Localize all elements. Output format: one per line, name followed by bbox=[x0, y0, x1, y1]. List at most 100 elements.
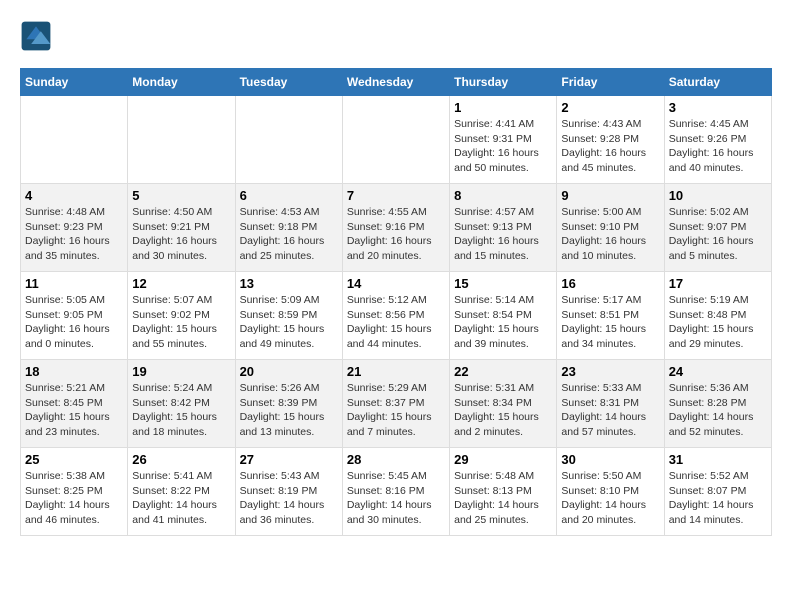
cell-content: Sunrise: 5:19 AM Sunset: 8:48 PM Dayligh… bbox=[669, 293, 767, 352]
day-number: 8 bbox=[454, 188, 552, 203]
day-number: 13 bbox=[240, 276, 338, 291]
day-number: 31 bbox=[669, 452, 767, 467]
calendar-cell: 18Sunrise: 5:21 AM Sunset: 8:45 PM Dayli… bbox=[21, 360, 128, 448]
calendar-cell: 7 Sunrise: 4:55 AM Sunset: 9:16 PM Daylig… bbox=[342, 184, 449, 272]
cell-content: Sunrise: 5:09 AM Sunset: 8:59 PM Dayligh… bbox=[240, 293, 338, 352]
calendar-cell: 17 Sunrise: 5:19 AM Sunset: 8:48 PM Dayli… bbox=[664, 272, 771, 360]
day-number: 10 bbox=[669, 188, 767, 203]
day-number: 29 bbox=[454, 452, 552, 467]
day-number: 3 bbox=[669, 100, 767, 115]
cell-content: Sunrise: 4:48 AM Sunset: 9:23 PM Dayligh… bbox=[25, 205, 123, 264]
calendar-cell: 22 Sunrise: 5:31 AM Sunset: 8:34 PM Dayli… bbox=[450, 360, 557, 448]
cell-content: Sunrise: 5:24 AM Sunset: 8:42 PM Dayligh… bbox=[132, 381, 230, 440]
day-number: 2 bbox=[561, 100, 659, 115]
calendar-cell: 1 Sunrise: 4:41 AM Sunset: 9:31 PM Daylig… bbox=[450, 96, 557, 184]
cell-content: Sunrise: 5:45 AM Sunset: 8:16 PM Dayligh… bbox=[347, 469, 445, 528]
calendar-cell bbox=[128, 96, 235, 184]
day-number: 20 bbox=[240, 364, 338, 379]
day-number: 7 bbox=[347, 188, 445, 203]
calendar-cell: 11Sunrise: 5:05 AM Sunset: 9:05 PM Dayli… bbox=[21, 272, 128, 360]
calendar-cell: 24 Sunrise: 5:36 AM Sunset: 8:28 PM Dayli… bbox=[664, 360, 771, 448]
cell-content: Sunrise: 4:43 AM Sunset: 9:28 PM Dayligh… bbox=[561, 117, 659, 176]
cell-content: Sunrise: 5:05 AM Sunset: 9:05 PM Dayligh… bbox=[25, 293, 123, 352]
calendar-cell: 4 Sunrise: 4:48 AM Sunset: 9:23 PM Daylig… bbox=[21, 184, 128, 272]
cell-content: Sunrise: 5:00 AM Sunset: 9:10 PM Dayligh… bbox=[561, 205, 659, 264]
calendar-cell: 6 Sunrise: 4:53 AM Sunset: 9:18 PM Daylig… bbox=[235, 184, 342, 272]
calendar-cell: 30 Sunrise: 5:50 AM Sunset: 8:10 PM Dayli… bbox=[557, 448, 664, 536]
day-number: 1 bbox=[454, 100, 552, 115]
day-number: 17 bbox=[669, 276, 767, 291]
cell-content: Sunrise: 5:29 AM Sunset: 8:37 PM Dayligh… bbox=[347, 381, 445, 440]
cell-content: Sunrise: 5:52 AM Sunset: 8:07 PM Dayligh… bbox=[669, 469, 767, 528]
calendar-cell: 15Sunrise: 5:14 AM Sunset: 8:54 PM Dayli… bbox=[450, 272, 557, 360]
day-number: 30 bbox=[561, 452, 659, 467]
calendar-table: SundayMondayTuesdayWednesdayThursdayFrid… bbox=[20, 68, 772, 536]
day-number: 5 bbox=[132, 188, 230, 203]
page-header bbox=[20, 20, 772, 52]
calendar-cell bbox=[235, 96, 342, 184]
calendar-cell: 28Sunrise: 5:45 AM Sunset: 8:16 PM Dayli… bbox=[342, 448, 449, 536]
calendar-cell: 8Sunrise: 4:57 AM Sunset: 9:13 PM Daylig… bbox=[450, 184, 557, 272]
calendar-cell: 31 Sunrise: 5:52 AM Sunset: 8:07 PM Dayli… bbox=[664, 448, 771, 536]
header-saturday: Saturday bbox=[664, 69, 771, 96]
calendar-cell: 21 Sunrise: 5:29 AM Sunset: 8:37 PM Dayli… bbox=[342, 360, 449, 448]
calendar-cell: 10 Sunrise: 5:02 AM Sunset: 9:07 PM Dayli… bbox=[664, 184, 771, 272]
cell-content: Sunrise: 5:07 AM Sunset: 9:02 PM Dayligh… bbox=[132, 293, 230, 352]
cell-content: Sunrise: 5:02 AM Sunset: 9:07 PM Dayligh… bbox=[669, 205, 767, 264]
calendar-cell bbox=[342, 96, 449, 184]
day-number: 27 bbox=[240, 452, 338, 467]
calendar-cell: 2 Sunrise: 4:43 AM Sunset: 9:28 PM Daylig… bbox=[557, 96, 664, 184]
calendar-week-2: 4 Sunrise: 4:48 AM Sunset: 9:23 PM Daylig… bbox=[21, 184, 772, 272]
calendar-cell: 13 Sunrise: 5:09 AM Sunset: 8:59 PM Dayli… bbox=[235, 272, 342, 360]
cell-content: Sunrise: 5:36 AM Sunset: 8:28 PM Dayligh… bbox=[669, 381, 767, 440]
header-thursday: Thursday bbox=[450, 69, 557, 96]
calendar-cell bbox=[21, 96, 128, 184]
cell-content: Sunrise: 4:50 AM Sunset: 9:21 PM Dayligh… bbox=[132, 205, 230, 264]
cell-content: Sunrise: 5:43 AM Sunset: 8:19 PM Dayligh… bbox=[240, 469, 338, 528]
cell-content: Sunrise: 5:17 AM Sunset: 8:51 PM Dayligh… bbox=[561, 293, 659, 352]
day-number: 9 bbox=[561, 188, 659, 203]
cell-content: Sunrise: 5:21 AM Sunset: 8:45 PM Dayligh… bbox=[25, 381, 123, 440]
header-tuesday: Tuesday bbox=[235, 69, 342, 96]
calendar-week-5: 25Sunrise: 5:38 AM Sunset: 8:25 PM Dayli… bbox=[21, 448, 772, 536]
cell-content: Sunrise: 5:12 AM Sunset: 8:56 PM Dayligh… bbox=[347, 293, 445, 352]
cell-content: Sunrise: 4:53 AM Sunset: 9:18 PM Dayligh… bbox=[240, 205, 338, 264]
day-number: 21 bbox=[347, 364, 445, 379]
calendar-cell: 25Sunrise: 5:38 AM Sunset: 8:25 PM Dayli… bbox=[21, 448, 128, 536]
cell-content: Sunrise: 5:38 AM Sunset: 8:25 PM Dayligh… bbox=[25, 469, 123, 528]
calendar-cell: 27 Sunrise: 5:43 AM Sunset: 8:19 PM Dayli… bbox=[235, 448, 342, 536]
day-number: 16 bbox=[561, 276, 659, 291]
calendar-week-1: 1 Sunrise: 4:41 AM Sunset: 9:31 PM Daylig… bbox=[21, 96, 772, 184]
header-friday: Friday bbox=[557, 69, 664, 96]
header-sunday: Sunday bbox=[21, 69, 128, 96]
logo bbox=[20, 20, 56, 52]
calendar-cell: 3Sunrise: 4:45 AM Sunset: 9:26 PM Daylig… bbox=[664, 96, 771, 184]
calendar-cell: 26 Sunrise: 5:41 AM Sunset: 8:22 PM Dayli… bbox=[128, 448, 235, 536]
calendar-cell: 16 Sunrise: 5:17 AM Sunset: 8:51 PM Dayli… bbox=[557, 272, 664, 360]
cell-content: Sunrise: 4:55 AM Sunset: 9:16 PM Dayligh… bbox=[347, 205, 445, 264]
day-number: 22 bbox=[454, 364, 552, 379]
calendar-cell: 5 Sunrise: 4:50 AM Sunset: 9:21 PM Daylig… bbox=[128, 184, 235, 272]
day-number: 26 bbox=[132, 452, 230, 467]
calendar-cell: 29 Sunrise: 5:48 AM Sunset: 8:13 PM Dayli… bbox=[450, 448, 557, 536]
cell-content: Sunrise: 5:48 AM Sunset: 8:13 PM Dayligh… bbox=[454, 469, 552, 528]
header-wednesday: Wednesday bbox=[342, 69, 449, 96]
day-number: 24 bbox=[669, 364, 767, 379]
calendar-cell: 12 Sunrise: 5:07 AM Sunset: 9:02 PM Dayli… bbox=[128, 272, 235, 360]
calendar-cell: 23Sunrise: 5:33 AM Sunset: 8:31 PM Dayli… bbox=[557, 360, 664, 448]
calendar-header-row: SundayMondayTuesdayWednesdayThursdayFrid… bbox=[21, 69, 772, 96]
calendar-cell: 14 Sunrise: 5:12 AM Sunset: 8:56 PM Dayli… bbox=[342, 272, 449, 360]
cell-content: Sunrise: 5:50 AM Sunset: 8:10 PM Dayligh… bbox=[561, 469, 659, 528]
cell-content: Sunrise: 4:41 AM Sunset: 9:31 PM Dayligh… bbox=[454, 117, 552, 176]
day-number: 6 bbox=[240, 188, 338, 203]
calendar-cell: 20 Sunrise: 5:26 AM Sunset: 8:39 PM Dayli… bbox=[235, 360, 342, 448]
day-number: 15 bbox=[454, 276, 552, 291]
calendar-cell: 19Sunrise: 5:24 AM Sunset: 8:42 PM Dayli… bbox=[128, 360, 235, 448]
cell-content: Sunrise: 5:41 AM Sunset: 8:22 PM Dayligh… bbox=[132, 469, 230, 528]
day-number: 14 bbox=[347, 276, 445, 291]
cell-content: Sunrise: 5:31 AM Sunset: 8:34 PM Dayligh… bbox=[454, 381, 552, 440]
calendar-week-3: 11Sunrise: 5:05 AM Sunset: 9:05 PM Dayli… bbox=[21, 272, 772, 360]
day-number: 4 bbox=[25, 188, 123, 203]
day-number: 12 bbox=[132, 276, 230, 291]
cell-content: Sunrise: 5:26 AM Sunset: 8:39 PM Dayligh… bbox=[240, 381, 338, 440]
